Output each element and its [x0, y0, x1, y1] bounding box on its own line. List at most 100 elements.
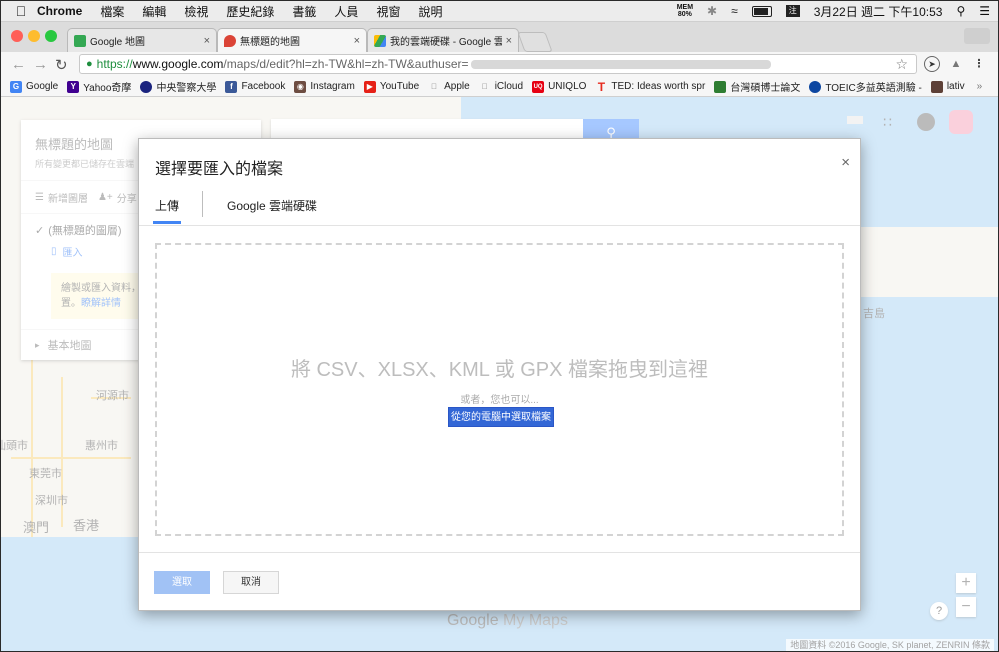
uniqlo-icon: UQ	[532, 80, 545, 93]
mac-menu-bar:  Chrome 檔案 編輯 檢視 歷史紀錄 書籤 人員 視窗 說明 MEM 8…	[1, 1, 998, 22]
choose-file-button[interactable]: 從您的電腦中選取檔案	[448, 407, 554, 427]
profile-button[interactable]	[964, 28, 990, 44]
bookmark-instagram[interactable]: ◉ Instagram	[294, 80, 355, 93]
extension-drive-icon[interactable]: ▲	[948, 56, 964, 72]
bookmark-apple[interactable]:  Apple	[428, 81, 470, 93]
bookmark-label: TED: Ideas worth spr	[611, 81, 706, 92]
bookmark-google[interactable]: G Google	[10, 80, 59, 93]
redacted-url-blur	[470, 59, 771, 69]
apple-menu-icon[interactable]: 	[13, 3, 29, 19]
bookmark-uniqlo[interactable]: UQ UNIQLO	[532, 80, 586, 93]
menu-view[interactable]: 檢視	[184, 3, 208, 20]
tab-google-drive[interactable]: 我的雲端硬碟 - Google 雲端 ×	[367, 28, 519, 52]
tab-strip: Google 地圖 × 無標題的地圖 × 我的雲端硬碟 - Google 雲端 …	[1, 22, 998, 52]
bookmark-label: Instagram	[310, 81, 355, 92]
screen:  Chrome 檔案 編輯 檢視 歷史紀錄 書籤 人員 視窗 說明 MEM 8…	[0, 0, 999, 652]
cancel-button[interactable]: 取消	[223, 571, 279, 594]
clock[interactable]: 3月22日 週二 下午10:53	[814, 3, 943, 20]
bookmark-youtube[interactable]: ▶ YouTube	[363, 80, 420, 93]
bluetooth-icon[interactable]: ✱	[707, 4, 717, 18]
youtube-icon: ▶	[363, 80, 376, 93]
back-arrow-icon[interactable]: ←	[11, 56, 26, 73]
window-minimize-icon[interactable]	[28, 30, 40, 42]
thesis-icon	[714, 80, 727, 93]
bookmark-toeic[interactable]: TOEIC多益英語測驗 -	[809, 79, 922, 94]
tab-title: 無標題的地圖	[240, 37, 300, 48]
toeic-icon	[809, 80, 822, 93]
memory-value: 80%	[677, 11, 692, 18]
battery-icon[interactable]	[751, 5, 772, 17]
police-icon	[140, 80, 153, 93]
tab-close-icon[interactable]: ×	[506, 35, 512, 47]
bookmark-label: lativ	[946, 81, 965, 92]
dialog-footer: 選取 取消	[139, 552, 860, 612]
import-dialog: 選擇要匯入的檔案 × 上傳 Google 雲端硬碟 將 CSV、XLSX、KML…	[138, 138, 861, 611]
bookmark-icloud[interactable]: iCloud	[479, 81, 523, 93]
new-tab-button[interactable]	[517, 32, 553, 52]
lock-icon: ●	[86, 58, 93, 70]
tab-untitled-map[interactable]: 無標題的地圖 ×	[217, 28, 367, 52]
tab-close-icon[interactable]: ×	[204, 35, 210, 47]
bookmark-police-university[interactable]: 中央警察大學	[140, 79, 216, 94]
memory-status[interactable]: MEM 80%	[677, 4, 693, 18]
dialog-tabs: 上傳 Google 雲端硬碟	[139, 187, 860, 226]
bookmark-label: 中央警察大學	[156, 83, 217, 94]
bookmark-ted[interactable]: T TED: Ideas worth spr	[595, 79, 706, 94]
close-icon[interactable]: ×	[841, 154, 850, 171]
reload-icon[interactable]: ↻	[55, 56, 68, 74]
apple-icon: 	[428, 81, 440, 93]
spotlight-icon[interactable]: ⚲	[956, 4, 965, 18]
bookmark-label: TOEIC多益英語測驗 -	[825, 83, 922, 94]
memory-label: MEM	[676, 4, 694, 11]
menu-window[interactable]: 視窗	[376, 3, 400, 20]
bookmark-star-icon[interactable]: ☆	[895, 56, 908, 73]
bookmark-label: Google	[26, 81, 59, 92]
bookmark-label: Apple	[444, 81, 470, 92]
my-maps-icon	[224, 34, 236, 47]
tab-divider	[202, 191, 203, 217]
bookmarks-bar: G Google Y Yahoo奇摩 中央警察大學 f Facebook ◉ Insta…	[1, 77, 998, 97]
select-button[interactable]: 選取	[154, 571, 210, 594]
address-bar[interactable]: ● https:// www.google.com /maps/d/edit?h…	[79, 54, 917, 74]
tab-google-drive-source[interactable]: Google 雲端硬碟	[227, 197, 317, 214]
bookmark-facebook[interactable]: f Facebook	[225, 80, 285, 93]
bookmarks-overflow-icon[interactable]: »	[977, 81, 983, 92]
dialog-title: 選擇要匯入的檔案	[155, 161, 284, 178]
apple-icon: 	[479, 81, 491, 93]
tab-google-maps[interactable]: Google 地圖 ×	[67, 28, 217, 52]
tab-close-icon[interactable]: ×	[354, 35, 360, 47]
bookmark-label: Yahoo奇摩	[83, 83, 132, 94]
menu-app-name[interactable]: Chrome	[37, 4, 82, 18]
menu-file[interactable]: 檔案	[100, 3, 124, 20]
bookmark-thesis[interactable]: 台灣碩博士論文	[714, 79, 800, 94]
bookmark-yahoo[interactable]: Y Yahoo奇摩	[67, 79, 131, 94]
notification-center-icon[interactable]: ☰	[979, 4, 990, 18]
tab-title: Google 地圖	[90, 37, 146, 48]
menu-edit[interactable]: 編輯	[142, 3, 166, 20]
bookmark-label: iCloud	[494, 81, 524, 92]
bookmark-label: 台灣碩博士論文	[730, 83, 801, 94]
file-drop-zone[interactable]: 將 CSV、XLSX、KML 或 GPX 檔案拖曳到這裡 或者，您也可以... …	[155, 243, 844, 536]
menu-bookmarks[interactable]: 書籤	[292, 3, 316, 20]
active-tab-indicator	[153, 221, 181, 224]
bookmark-lativ[interactable]: lativ	[930, 80, 965, 93]
wifi-icon[interactable]: ≈	[731, 4, 738, 18]
chrome-menu-icon[interactable]: ⋮	[971, 56, 987, 72]
forward-arrow-icon[interactable]: →	[33, 56, 48, 73]
menu-history[interactable]: 歷史紀錄	[226, 3, 274, 20]
ted-icon: T	[597, 79, 606, 94]
window-close-icon[interactable]	[11, 30, 23, 42]
window-zoom-icon[interactable]	[45, 30, 57, 42]
menu-help[interactable]: 說明	[418, 3, 442, 20]
facebook-icon: f	[225, 80, 238, 93]
url-path: /maps/d/edit?hl=zh-TW&hl=zh-TW&authuser=	[223, 57, 469, 71]
extension-compass-icon[interactable]: ➤	[924, 56, 940, 72]
input-method-icon[interactable]: 注	[785, 5, 800, 17]
yahoo-icon: Y	[67, 80, 80, 93]
url-host: www.google.com	[132, 57, 224, 71]
google-maps-icon	[74, 34, 86, 47]
tab-upload[interactable]: 上傳	[155, 197, 179, 214]
lativ-icon	[930, 80, 943, 93]
menu-people[interactable]: 人員	[334, 3, 358, 20]
bookmark-label: YouTube	[379, 81, 420, 92]
